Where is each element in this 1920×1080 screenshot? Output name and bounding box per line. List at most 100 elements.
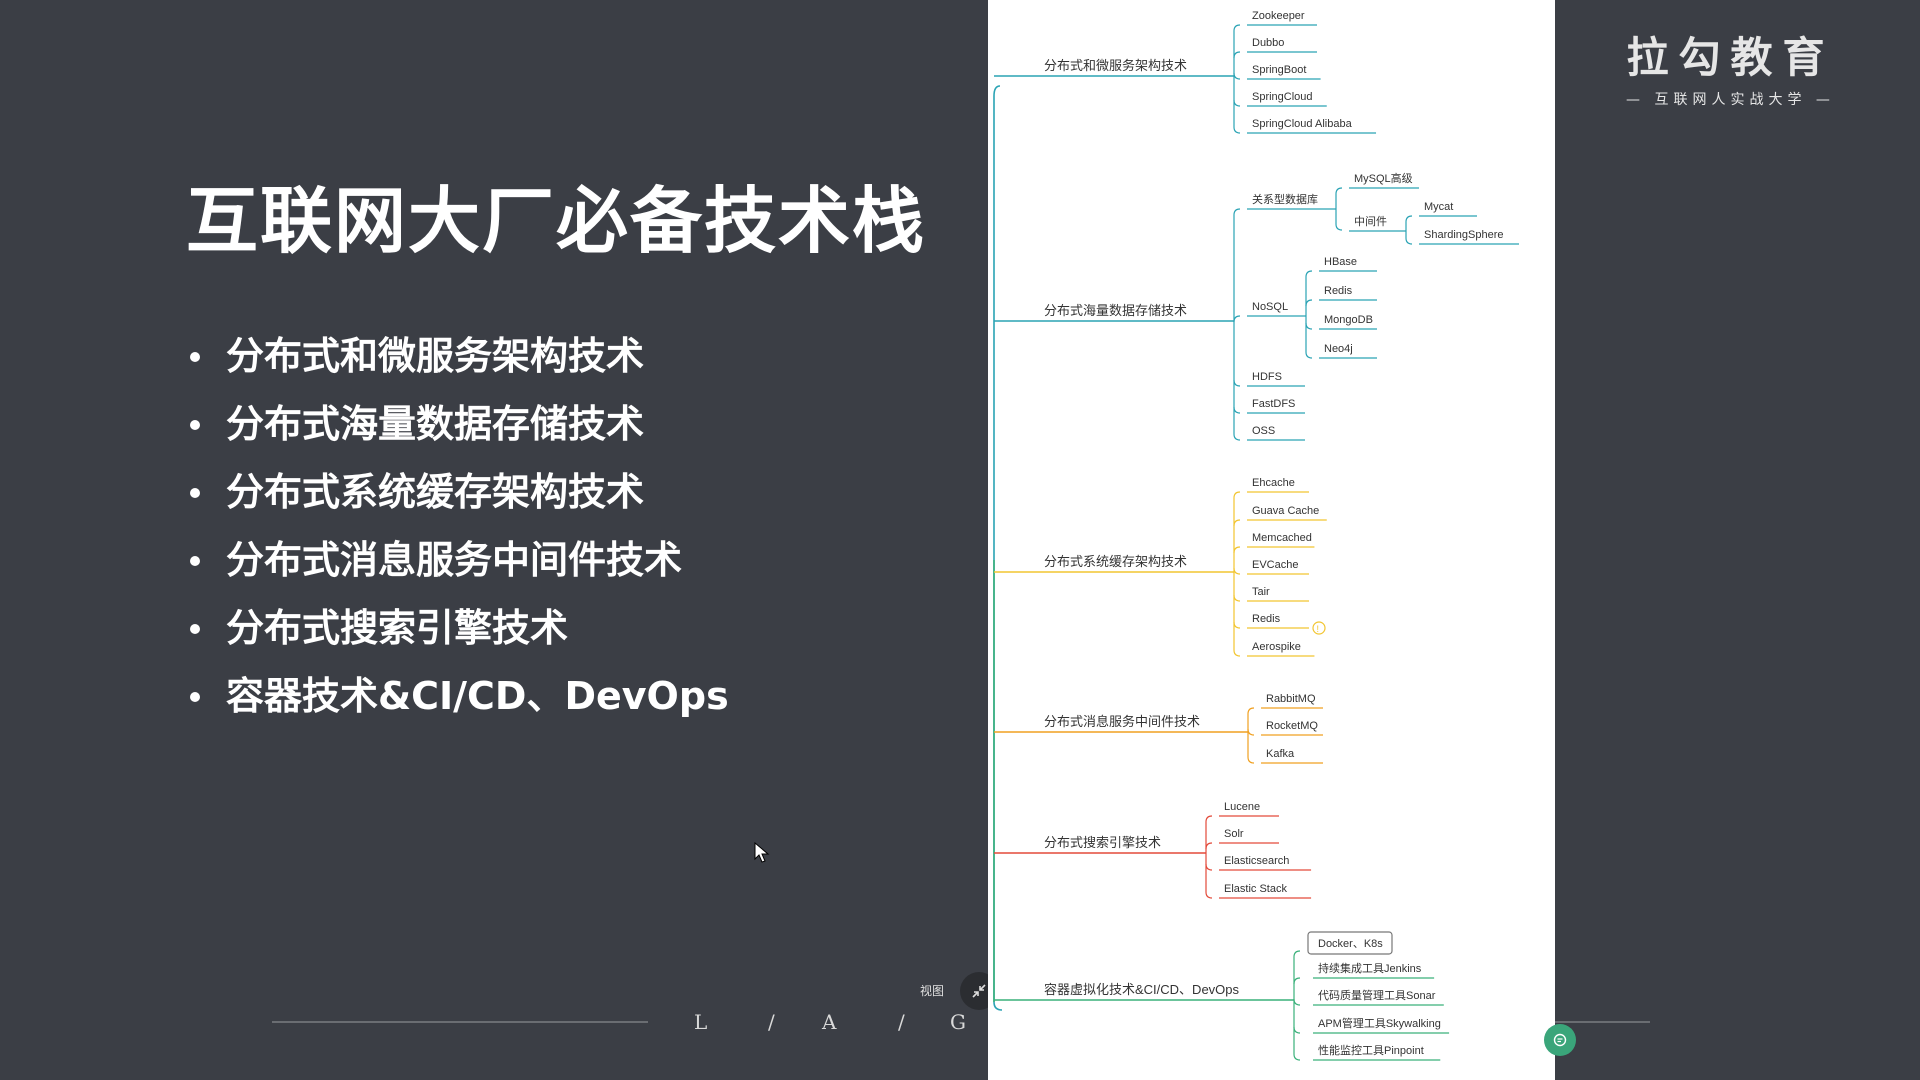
mindmap-connector <box>1405 215 1413 223</box>
mindmap-connector <box>1293 977 1301 985</box>
mindmap-leaf-label: Aerospike <box>1252 641 1301 653</box>
mindmap-connector <box>1205 863 1213 871</box>
mindmap-connector <box>1233 621 1241 629</box>
mindmap-leaf-label: Lucene <box>1224 801 1260 813</box>
brand-logo: 拉勾教育 — 互联网人实战大学 — <box>1626 24 1835 109</box>
bullet-text: 分布式系统缓存架构技术 <box>226 470 645 514</box>
mindmap-connector <box>1247 707 1255 715</box>
mindmap-canvas: 分布式和微服务架构技术分布式海量数据存储技术分布式系统缓存架构技术分布式消息服务… <box>993 10 1519 1061</box>
mindmap-connector <box>1305 270 1313 278</box>
mindmap-connector <box>1247 756 1255 764</box>
mindmap-leaf-label: Ehcache <box>1252 477 1295 489</box>
mindmap-branch-label: 分布式搜索引擎技术 <box>1044 835 1161 850</box>
bullet-dot-icon <box>190 556 200 566</box>
bullet-dot-icon <box>190 420 200 430</box>
mindmap-connector <box>1233 24 1241 32</box>
mouse-cursor-icon <box>754 842 770 863</box>
mindmap-leaf-label: Mycat <box>1424 201 1453 213</box>
mindmap-connector <box>1233 519 1241 527</box>
mindmap-leaf-label: Kafka <box>1266 748 1295 760</box>
chat-button[interactable] <box>1544 1024 1576 1056</box>
mindmap-branch-label: 分布式消息服务中间件技术 <box>1044 714 1200 729</box>
mindmap-node-label: NoSQL <box>1252 301 1288 313</box>
mindmap-node-label: 关系型数据库 <box>1252 192 1318 206</box>
mindmap-leaf-label: 性能监控工具Pinpoint <box>1318 1043 1424 1057</box>
mindmap-connector <box>1233 51 1241 59</box>
mindmap-leaf-label: Redis <box>1324 285 1353 297</box>
bullet-item: 容器技术&CI/CD、DevOps <box>186 670 729 738</box>
mindmap-connector <box>1233 491 1241 499</box>
mindmap-connector <box>1293 998 1301 1006</box>
mindmap-connector <box>1205 815 1213 823</box>
mindmap-branch-label: 分布式海量数据存储技术 <box>1044 303 1187 318</box>
mindmap-connector <box>1293 1053 1301 1061</box>
mindmap-leaf-label: SpringBoot <box>1252 64 1306 76</box>
footer-letter: A <box>822 1010 837 1034</box>
mindmap-connector <box>1335 187 1343 195</box>
bullet-dot-icon <box>190 488 200 498</box>
mindmap-leaf-label: RocketMQ <box>1266 720 1318 732</box>
bullet-dot-icon <box>190 352 200 362</box>
mindmap-trunk <box>993 85 1003 1011</box>
mindmap-connector <box>1233 649 1241 657</box>
footer-letter: G <box>950 1010 966 1034</box>
bullet-text: 分布式消息服务中间件技术 <box>226 538 683 582</box>
mindmap-leaf-label: FastDFS <box>1252 398 1295 410</box>
mindmap-connector <box>1293 1026 1301 1034</box>
mindmap-leaf-label: HBase <box>1324 256 1357 268</box>
bullet-dot-icon <box>190 692 200 702</box>
mindmap-connector <box>1233 99 1241 107</box>
mindmap-leaf-label: ShardingSphere <box>1424 229 1504 241</box>
mindmap-leaf-label: EVCache <box>1252 559 1298 571</box>
footer-divider <box>272 1021 648 1023</box>
mindmap-badge-text: ! <box>1317 624 1320 634</box>
bullet-item: 分布式消息服务中间件技术 <box>186 534 729 602</box>
mindmap-connector <box>1205 842 1213 850</box>
shrink-arrows-icon <box>972 984 986 998</box>
mindmap-leaf-label: Elastic Stack <box>1224 883 1287 895</box>
footer-letter: / <box>898 1010 905 1034</box>
bullet-text: 分布式海量数据存储技术 <box>226 402 645 446</box>
mindmap-connector <box>1233 567 1241 575</box>
mindmap-connector <box>1247 728 1255 736</box>
mindmap-connector <box>1233 379 1241 387</box>
mindmap-leaf-label: MongoDB <box>1324 314 1373 326</box>
footer-divider <box>1554 1021 1650 1023</box>
mindmap-leaf-label: 持续集成工具Jenkins <box>1318 961 1422 975</box>
mindmap-leaf-label: Dubbo <box>1252 37 1284 49</box>
mindmap-leaf-label: Zookeeper <box>1252 10 1305 22</box>
mindmap-connector <box>1233 126 1241 134</box>
mindmap-leaf-label: Solr <box>1224 828 1244 840</box>
mindmap-leaf-label: Tair <box>1252 586 1270 598</box>
mindmap-connector <box>1305 322 1313 330</box>
mindmap-connector <box>1233 72 1241 80</box>
mindmap-connector <box>1233 406 1241 414</box>
mindmap-connector <box>1233 315 1241 323</box>
mindmap-connector <box>1233 546 1241 554</box>
slide: 互联网大厂必备技术栈 分布式和微服务架构技术 分布式海量数据存储技术 分布式系统… <box>0 0 1920 1080</box>
mindmap-leaf-label: Guava Cache <box>1252 505 1319 517</box>
mindmap-connector <box>1233 208 1241 216</box>
bullet-text: 分布式搜索引擎技术 <box>226 606 569 650</box>
footer-letter: / <box>768 1010 775 1034</box>
mindmap-leaf-label: Memcached <box>1252 532 1312 544</box>
mindmap-leaf-label: MySQL高级 <box>1354 171 1413 185</box>
bullet-item: 分布式和微服务架构技术 <box>186 330 729 398</box>
brand-name: 拉勾教育 <box>1626 33 1835 82</box>
mindmap-panel: 分布式和微服务架构技术 分布式海量数据存储技术 分布式系统缓存架构技术 分布式消息服务… <box>988 0 1555 1080</box>
bullet-item: 分布式系统缓存架构技术 <box>186 466 729 534</box>
bullet-list: 分布式和微服务架构技术 分布式海量数据存储技术 分布式系统缓存架构技术 分布式消… <box>186 330 729 738</box>
mindmap-connector <box>1233 433 1241 441</box>
mindmap-connector <box>1405 237 1413 245</box>
mindmap-leaf-label: Neo4j <box>1324 343 1353 355</box>
mindmap-leaf-label: SpringCloud <box>1252 91 1313 103</box>
mindmap-leaf-label: SpringCloud Alibaba <box>1252 118 1353 130</box>
chat-bubble-icon <box>1553 1033 1567 1047</box>
mindmap-connector <box>1293 950 1301 958</box>
mindmap-leaf-label: Redis <box>1252 613 1281 625</box>
mindmap-leaf-label: HDFS <box>1252 371 1282 383</box>
mindmap-branch-label: 容器虚拟化技术&CI/CD、DevOps <box>1044 982 1240 997</box>
mindmap-connector <box>1205 891 1213 899</box>
bullet-text: 分布式和微服务架构技术 <box>226 334 645 378</box>
bullet-item: 分布式海量数据存储技术 <box>186 398 729 466</box>
